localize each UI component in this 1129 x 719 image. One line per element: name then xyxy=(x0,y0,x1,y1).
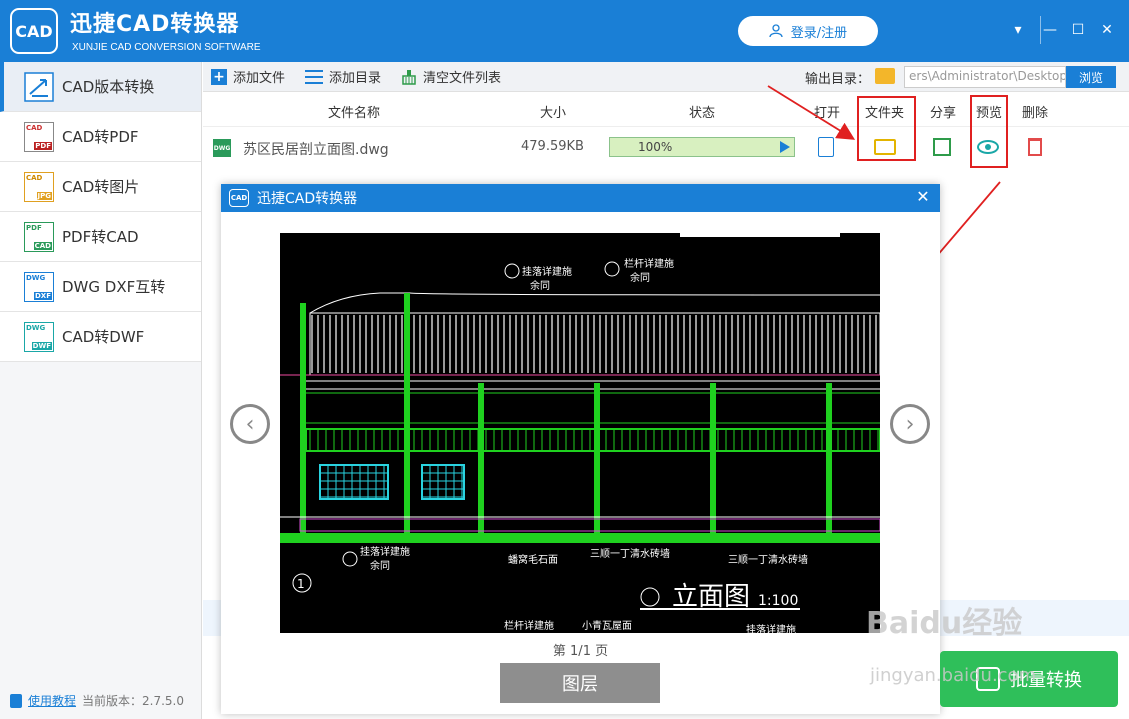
trash-icon xyxy=(1028,138,1042,156)
title-bar: CAD 迅捷CAD转换器 XUNJIE CAD CONVERSION SOFTW… xyxy=(0,0,1129,62)
add-file-label: 添加文件 xyxy=(233,71,286,86)
login-label: 登录/注册 xyxy=(790,25,848,41)
app-subtitle: XUNJIE CAD CONVERSION SOFTWARE xyxy=(72,42,261,53)
sidebar-item-cad-version[interactable]: CAD版本转换 xyxy=(0,62,201,112)
sidebar-item-label: PDF转CAD xyxy=(62,228,139,246)
share-icon xyxy=(933,138,951,156)
share-button[interactable] xyxy=(930,135,954,159)
document-icon xyxy=(818,137,834,157)
sidebar-item-cad-to-pdf[interactable]: CAD PDF CAD转PDF xyxy=(0,112,201,162)
layer-button[interactable]: 图层 xyxy=(500,663,660,703)
dialog-title: 迅捷CAD转换器 xyxy=(257,191,358,207)
drawing-label: 三顺一丁清水砖墙 xyxy=(590,547,670,560)
sidebar-item-label: DWG DXF互转 xyxy=(62,278,166,296)
annotation-box-folder xyxy=(857,96,916,161)
plus-icon: + xyxy=(211,68,227,85)
drawing-label: 挂落详建施 xyxy=(522,265,572,278)
cad-dwf-icon: DWG DWF xyxy=(24,321,54,352)
sidebar-item-dwg-dxf[interactable]: DWG DXF DWG DXF互转 xyxy=(0,262,201,312)
add-directory-button[interactable]: 添加目录 xyxy=(305,67,381,86)
add-file-button[interactable]: + 添加文件 xyxy=(211,67,285,86)
output-path-field[interactable]: ers\Administrator\Desktop xyxy=(904,66,1066,88)
cad-preview-canvas[interactable]: 挂落详建施 余同 栏杆详建施 余同 挂落详建施 余同 蟠窝毛石面 三顺一丁清水砖… xyxy=(280,233,880,633)
drawing-label: 挂落详建施 xyxy=(746,623,796,633)
drawing-label: 余同 xyxy=(630,271,650,284)
convert-arrows-icon xyxy=(24,71,54,102)
dialog-title-bar: CAD 迅捷CAD转换器 xyxy=(221,184,940,212)
output-folder-icon[interactable] xyxy=(875,68,895,84)
col-delete: 删除 xyxy=(1022,106,1049,121)
col-size: 大小 xyxy=(540,106,567,121)
version-text: 当前版本：2.7.5.0 xyxy=(82,694,184,708)
pdf-cad-icon: PDF CAD xyxy=(24,221,54,252)
user-icon xyxy=(769,24,783,38)
cad-pdf-icon: CAD PDF xyxy=(24,121,54,152)
open-file-button[interactable] xyxy=(814,135,838,159)
next-page-button[interactable]: › xyxy=(890,404,930,444)
watermark-url: jingyan.baidu.com xyxy=(870,665,1037,686)
delete-button[interactable] xyxy=(1023,135,1047,159)
dwg-file-icon: DWG xyxy=(213,139,231,157)
col-status: 状态 xyxy=(689,106,716,121)
prev-page-button[interactable]: ‹ xyxy=(230,404,270,444)
book-icon xyxy=(10,693,22,708)
sidebar-item-cad-to-image[interactable]: CAD JPG CAD转图片 xyxy=(0,162,201,212)
cad-drawing: 挂落详建施 余同 栏杆详建施 余同 挂落详建施 余同 蟠窝毛石面 三顺一丁清水砖… xyxy=(280,233,880,633)
drawing-label: 蟠窝毛石面 xyxy=(508,553,558,566)
output-dir-label: 输出目录： xyxy=(805,72,871,87)
drawing-label: 挂落详建施 xyxy=(360,545,410,558)
sidebar-item-label: CAD转PDF xyxy=(62,128,139,146)
drawing-title: 立面图 xyxy=(672,582,750,612)
drawing-label: 栏杆详建施 xyxy=(504,619,554,632)
drawing-label: 余同 xyxy=(530,279,550,292)
cad-image-icon: CAD JPG xyxy=(24,171,54,202)
dwg-dxf-icon: DWG DXF xyxy=(24,271,54,302)
close-window-icon[interactable]: ✕ xyxy=(1097,20,1117,40)
col-name: 文件名称 xyxy=(328,106,381,121)
drawing-label: 小青瓦屋面 xyxy=(582,619,632,632)
browse-button[interactable]: 浏览 xyxy=(1066,66,1116,88)
play-icon[interactable] xyxy=(780,141,790,153)
sidebar-item-cad-to-dwf[interactable]: DWG DWF CAD转DWF xyxy=(0,312,201,362)
clear-list-button[interactable]: 清空文件列表 xyxy=(401,67,501,86)
sidebar: CAD版本转换 CAD PDF CAD转PDF CAD JPG CAD转图片 PDF… xyxy=(0,62,202,719)
menu-dropdown-icon[interactable]: ▾ xyxy=(1008,20,1028,40)
sidebar-item-pdf-to-cad[interactable]: PDF CAD PDF转CAD xyxy=(0,212,201,262)
app-title: 迅捷CAD转换器 xyxy=(70,12,240,37)
dialog-logo: CAD xyxy=(229,189,249,207)
col-open: 打开 xyxy=(814,106,841,121)
drawing-circle-label: 1 xyxy=(297,577,305,591)
annotation-box-preview xyxy=(970,95,1008,168)
drawing-label: 三顺一丁清水砖墙 xyxy=(728,553,808,566)
minimize-icon[interactable]: — xyxy=(1040,20,1060,40)
file-size: 479.59KB xyxy=(521,139,584,154)
clear-list-label: 清空文件列表 xyxy=(423,71,502,86)
broom-icon xyxy=(402,69,416,85)
page-indicator: 第 1/1 页 xyxy=(552,644,609,659)
drawing-scale: 1:100 xyxy=(758,593,798,609)
list-icon xyxy=(305,69,324,84)
drawing-label: 栏杆详建施 xyxy=(624,257,674,270)
preview-dialog: CAD 迅捷CAD转换器 ✕ 挂落详建施 余同 栏杆详建施 余同 挂落详建施 余… xyxy=(221,184,940,714)
sidebar-item-label: CAD转DWF xyxy=(62,328,145,346)
maximize-icon[interactable]: ☐ xyxy=(1068,20,1088,40)
sidebar-item-label: CAD版本转换 xyxy=(62,78,155,96)
login-button[interactable]: 登录/注册 xyxy=(738,16,878,46)
file-name: 苏区民居剖立面图.dwg xyxy=(243,142,389,158)
add-directory-label: 添加目录 xyxy=(329,71,382,86)
col-share: 分享 xyxy=(930,106,957,121)
tutorial-link[interactable]: 使用教程 xyxy=(28,692,76,709)
sidebar-item-label: CAD转图片 xyxy=(62,178,140,196)
progress-bar: 100% xyxy=(609,137,795,157)
dialog-close-icon[interactable]: ✕ xyxy=(914,188,932,206)
sidebar-footer: 使用教程 当前版本：2.7.5.0 xyxy=(10,692,184,709)
watermark-logo: Baidu经验 xyxy=(866,606,1023,641)
toolbar: + 添加文件 添加目录 清空文件列表 输出目录： ers\Administrat… xyxy=(203,62,1129,92)
app-logo: CAD xyxy=(10,8,58,54)
progress-text: 100% xyxy=(638,140,673,154)
drawing-label: 余同 xyxy=(370,559,390,572)
